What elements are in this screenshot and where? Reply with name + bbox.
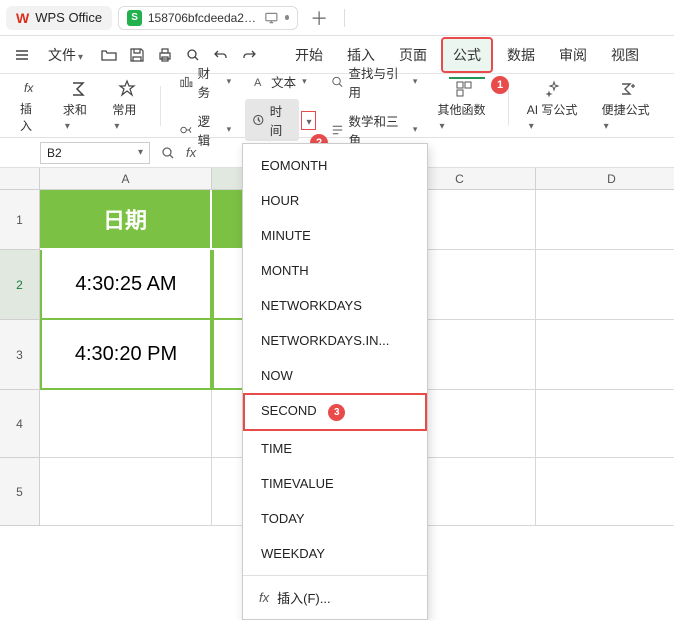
tab-data[interactable]: 数据 [497, 39, 545, 71]
dd-item-eomonth[interactable]: EOMONTH [243, 148, 427, 183]
fx-icon: fx [21, 78, 41, 98]
search-icon[interactable] [160, 145, 176, 161]
hamburger-icon[interactable] [10, 43, 34, 67]
cell-d3[interactable] [536, 320, 674, 390]
menu-file[interactable]: 文件▾ [38, 39, 93, 71]
lookup-functions-button[interactable]: 查找与引用▾ [324, 61, 424, 103]
row-header-5[interactable]: 5 [0, 458, 40, 526]
cell-a5[interactable] [40, 458, 212, 526]
time-functions-dropdown: EOMONTH HOUR MINUTE MONTH NETWORKDAYS NE… [242, 143, 428, 620]
logic-icon [179, 122, 194, 138]
cell-a1[interactable]: 日期 [40, 190, 212, 250]
dd-item-networkdays[interactable]: NETWORKDAYS [243, 288, 427, 323]
other-functions-button[interactable]: 其他函数▾ [431, 75, 495, 136]
sigma-icon [68, 79, 88, 99]
dd-item-minute[interactable]: MINUTE [243, 218, 427, 253]
dd-item-month[interactable]: MONTH [243, 253, 427, 288]
row-header-3[interactable]: 3 [0, 320, 40, 390]
fx-icon[interactable]: fx [186, 145, 196, 160]
cell-d5[interactable] [536, 458, 674, 526]
tab-view[interactable]: 视图 [601, 39, 649, 71]
svg-text:fx: fx [24, 81, 34, 95]
dd-item-weekday[interactable]: WEEKDAY [243, 536, 427, 571]
time-functions-button[interactable]: 时间 [245, 99, 298, 141]
cell-a4[interactable] [40, 390, 212, 458]
grid-icon [454, 79, 474, 99]
dd-item-today[interactable]: TODAY [243, 501, 427, 536]
fx-icon: fx [259, 590, 269, 605]
separator [508, 86, 509, 126]
common-functions-button[interactable]: 常用▾ [106, 75, 148, 136]
sigma-plus-icon [618, 79, 638, 99]
col-header-a[interactable]: A [40, 168, 212, 190]
row-header-1[interactable]: 1 [0, 190, 40, 250]
chevron-down-icon: ▾ [138, 147, 143, 158]
quick-formula-button[interactable]: 便捷公式▾ [596, 75, 660, 136]
document-name: 158706bfcdeeda2a688df1e [148, 11, 258, 25]
cell-a2[interactable]: 4:30:25 AM [40, 250, 212, 320]
spreadsheet-icon: S [127, 10, 142, 26]
separator [243, 575, 427, 576]
clock-icon [251, 112, 266, 128]
text-icon: A [251, 74, 267, 90]
app-tab-wps[interactable]: W WPS Office [6, 6, 112, 30]
cell-a3[interactable]: 4:30:20 PM [40, 320, 212, 390]
time-dropdown-toggle[interactable]: ▾ [301, 111, 316, 130]
ai-formula-button[interactable]: AI 写公式▾ [521, 75, 588, 136]
dd-item-timevalue[interactable]: TIMEVALUE [243, 466, 427, 501]
name-box[interactable]: B2 ▾ [40, 142, 150, 164]
dd-item-networkdays-intl[interactable]: NETWORKDAYS.IN... [243, 323, 427, 358]
tab-review[interactable]: 审阅 [549, 39, 597, 71]
callout-1: 1 [491, 76, 509, 94]
monitor-icon [264, 10, 279, 26]
dd-insert-function[interactable]: fx 插入(F)... [243, 580, 427, 615]
text-functions-button[interactable]: A 文本▾ [245, 70, 315, 93]
row-header-2[interactable]: 2 [0, 250, 40, 320]
dd-item-time[interactable]: TIME [243, 431, 427, 466]
new-tab-button[interactable]: ＋ [304, 5, 334, 31]
cell-d2[interactable] [536, 250, 674, 320]
separator [160, 86, 161, 126]
finance-icon [179, 74, 194, 90]
tab-formula[interactable]: 公式 [441, 37, 493, 73]
col-header-d[interactable]: D [536, 168, 674, 190]
chevron-down-icon: ▾ [307, 117, 312, 128]
wps-logo-icon: W [16, 10, 29, 26]
logic-functions-button[interactable]: 逻辑▾ [173, 109, 237, 151]
dd-item-hour[interactable]: HOUR [243, 183, 427, 218]
dd-item-second[interactable]: SECOND 3 [243, 393, 427, 431]
insert-function-button[interactable]: fx 插入 [14, 74, 49, 138]
redo-icon[interactable] [237, 43, 261, 67]
ai-sparkle-icon [544, 79, 564, 99]
autosum-button[interactable]: 求和▾ [57, 75, 99, 136]
lookup-icon [330, 74, 345, 90]
cell-reference: B2 [47, 146, 62, 160]
row-header-4[interactable]: 4 [0, 390, 40, 458]
finance-functions-button[interactable]: 财务▾ [173, 61, 237, 103]
math-icon [330, 122, 345, 138]
document-tab[interactable]: S 158706bfcdeeda2a688df1e [118, 6, 298, 30]
cell-d1[interactable] [536, 190, 674, 250]
title-bar: W WPS Office S 158706bfcdeeda2a688df1e ＋ [0, 0, 674, 36]
star-icon [117, 79, 137, 99]
callout-3: 3 [328, 404, 345, 421]
ribbon-formula: fx 插入 求和▾ 常用▾ 财务▾ 逻辑▾ A 文本▾ 时间 ▾ [0, 74, 674, 138]
unsaved-dot-icon [285, 15, 290, 20]
dd-item-now[interactable]: NOW [243, 358, 427, 393]
separator [344, 9, 345, 27]
save-icon[interactable] [125, 43, 149, 67]
cell-d4[interactable] [536, 390, 674, 458]
folder-open-icon[interactable] [97, 43, 121, 67]
app-name: WPS Office [35, 10, 102, 25]
select-all-corner[interactable] [0, 168, 40, 190]
svg-text:A: A [254, 77, 262, 89]
